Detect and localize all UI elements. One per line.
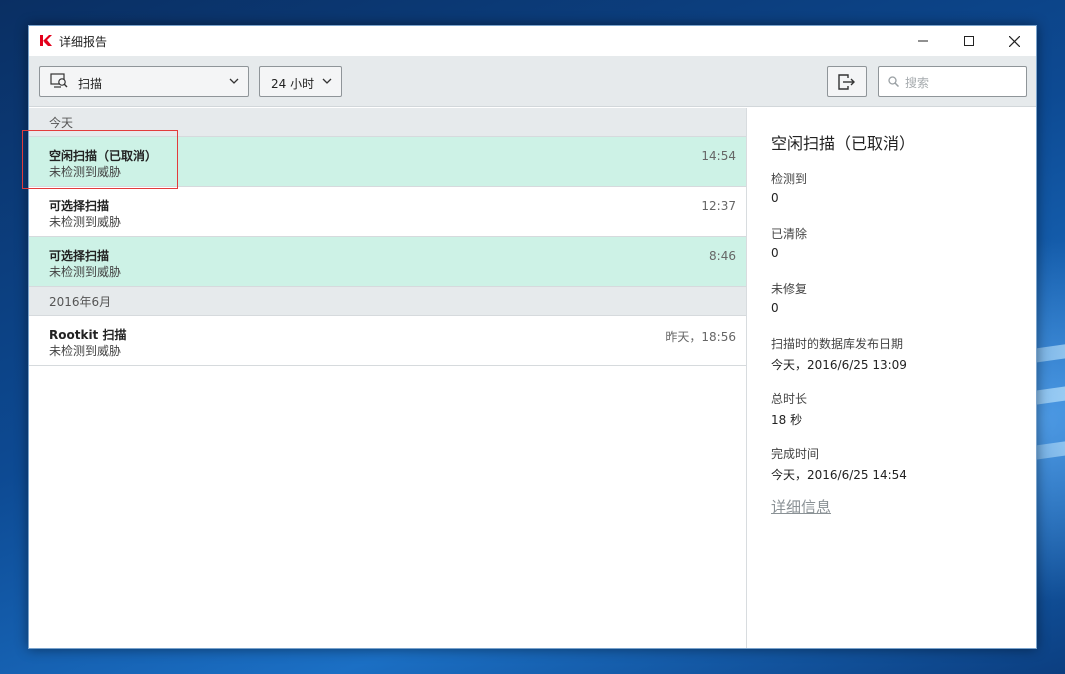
database-date-field: 扫描时的数据库发布日期 今天，2016/6/25 13:09 bbox=[771, 335, 907, 373]
field-value: 今天，2016/6/25 14:54 bbox=[771, 468, 907, 482]
report-window: 详细报告 扫描 24 小时 搜索 今天 空闲扫描（已取消） 未检测到威胁 14:… bbox=[28, 25, 1037, 649]
toolbar: 扫描 24 小时 bbox=[29, 56, 1036, 107]
report-list: 今天 空闲扫描（已取消） 未检测到威胁 14:54 可选择扫描 未检测到威胁 1… bbox=[29, 108, 747, 648]
unrepaired-field: 未修复 0 bbox=[771, 280, 807, 315]
detail-title: 空闲扫描（已取消） bbox=[771, 134, 916, 153]
search-input[interactable] bbox=[903, 73, 1022, 92]
item-time: 14:54 bbox=[701, 149, 736, 163]
list-item[interactable]: 可选择扫描 未检测到威胁 12:37 bbox=[29, 187, 746, 237]
field-label: 总时长 bbox=[771, 392, 808, 406]
time-range-label: 24 小时 bbox=[271, 77, 315, 91]
item-time: 12:37 bbox=[701, 199, 736, 213]
close-icon bbox=[1008, 35, 1020, 47]
annotation-highlight-box bbox=[22, 130, 178, 189]
duration-field: 总时长 18 秒 bbox=[771, 390, 807, 428]
window-title: 详细报告 bbox=[59, 35, 108, 49]
chevron-down-icon bbox=[229, 78, 239, 84]
search-box[interactable] bbox=[878, 66, 1027, 97]
item-title: 可选择扫描 bbox=[49, 249, 110, 263]
item-time: 8:46 bbox=[709, 249, 736, 263]
item-title: Rootkit 扫描 bbox=[49, 328, 127, 342]
kaspersky-logo-icon bbox=[40, 35, 52, 46]
detected-field: 检测到 0 bbox=[771, 170, 807, 205]
field-value: 0 bbox=[771, 246, 779, 260]
export-button[interactable] bbox=[827, 66, 867, 97]
time-range-dropdown[interactable]: 24 小时 bbox=[259, 66, 342, 97]
field-value: 今天，2016/6/25 13:09 bbox=[771, 358, 907, 372]
field-label: 未修复 bbox=[771, 282, 808, 296]
field-value: 18 秒 bbox=[771, 413, 803, 427]
scan-type-dropdown[interactable]: 扫描 bbox=[39, 66, 249, 97]
field-label: 完成时间 bbox=[771, 447, 820, 461]
item-subtitle: 未检测到威胁 bbox=[49, 215, 122, 229]
group-header-month: 2016年6月 bbox=[29, 287, 746, 316]
cleaned-field: 已清除 0 bbox=[771, 225, 807, 260]
minimize-icon bbox=[918, 40, 928, 42]
close-button[interactable] bbox=[991, 26, 1037, 56]
detail-pane: 空闲扫描（已取消） 检测到 0 已清除 0 未修复 0 扫描时的数据库发布日期 … bbox=[747, 108, 1036, 648]
minimize-button[interactable] bbox=[900, 26, 946, 56]
field-value: 0 bbox=[771, 301, 779, 315]
item-time: 昨天，18:56 bbox=[665, 330, 736, 344]
chevron-down-icon bbox=[322, 78, 332, 84]
details-link[interactable]: 详细信息 bbox=[771, 496, 831, 517]
scan-type-label: 扫描 bbox=[78, 77, 103, 91]
list-item[interactable]: 可选择扫描 未检测到威胁 8:46 bbox=[29, 237, 746, 287]
field-label: 已清除 bbox=[771, 227, 808, 241]
item-title: 可选择扫描 bbox=[49, 199, 110, 213]
field-label: 检测到 bbox=[771, 172, 808, 186]
field-label: 扫描时的数据库发布日期 bbox=[771, 337, 904, 351]
search-icon bbox=[888, 76, 899, 87]
item-subtitle: 未检测到威胁 bbox=[49, 265, 122, 279]
completion-time-field: 完成时间 今天，2016/6/25 14:54 bbox=[771, 445, 907, 483]
maximize-button[interactable] bbox=[946, 26, 992, 56]
maximize-icon bbox=[964, 36, 974, 46]
list-item[interactable]: Rootkit 扫描 未检测到威胁 昨天，18:56 bbox=[29, 316, 746, 366]
title-bar: 详细报告 bbox=[29, 26, 1036, 56]
field-value: 0 bbox=[771, 191, 779, 205]
item-subtitle: 未检测到威胁 bbox=[49, 344, 122, 358]
export-icon bbox=[838, 73, 855, 90]
scan-monitor-icon bbox=[50, 73, 68, 88]
